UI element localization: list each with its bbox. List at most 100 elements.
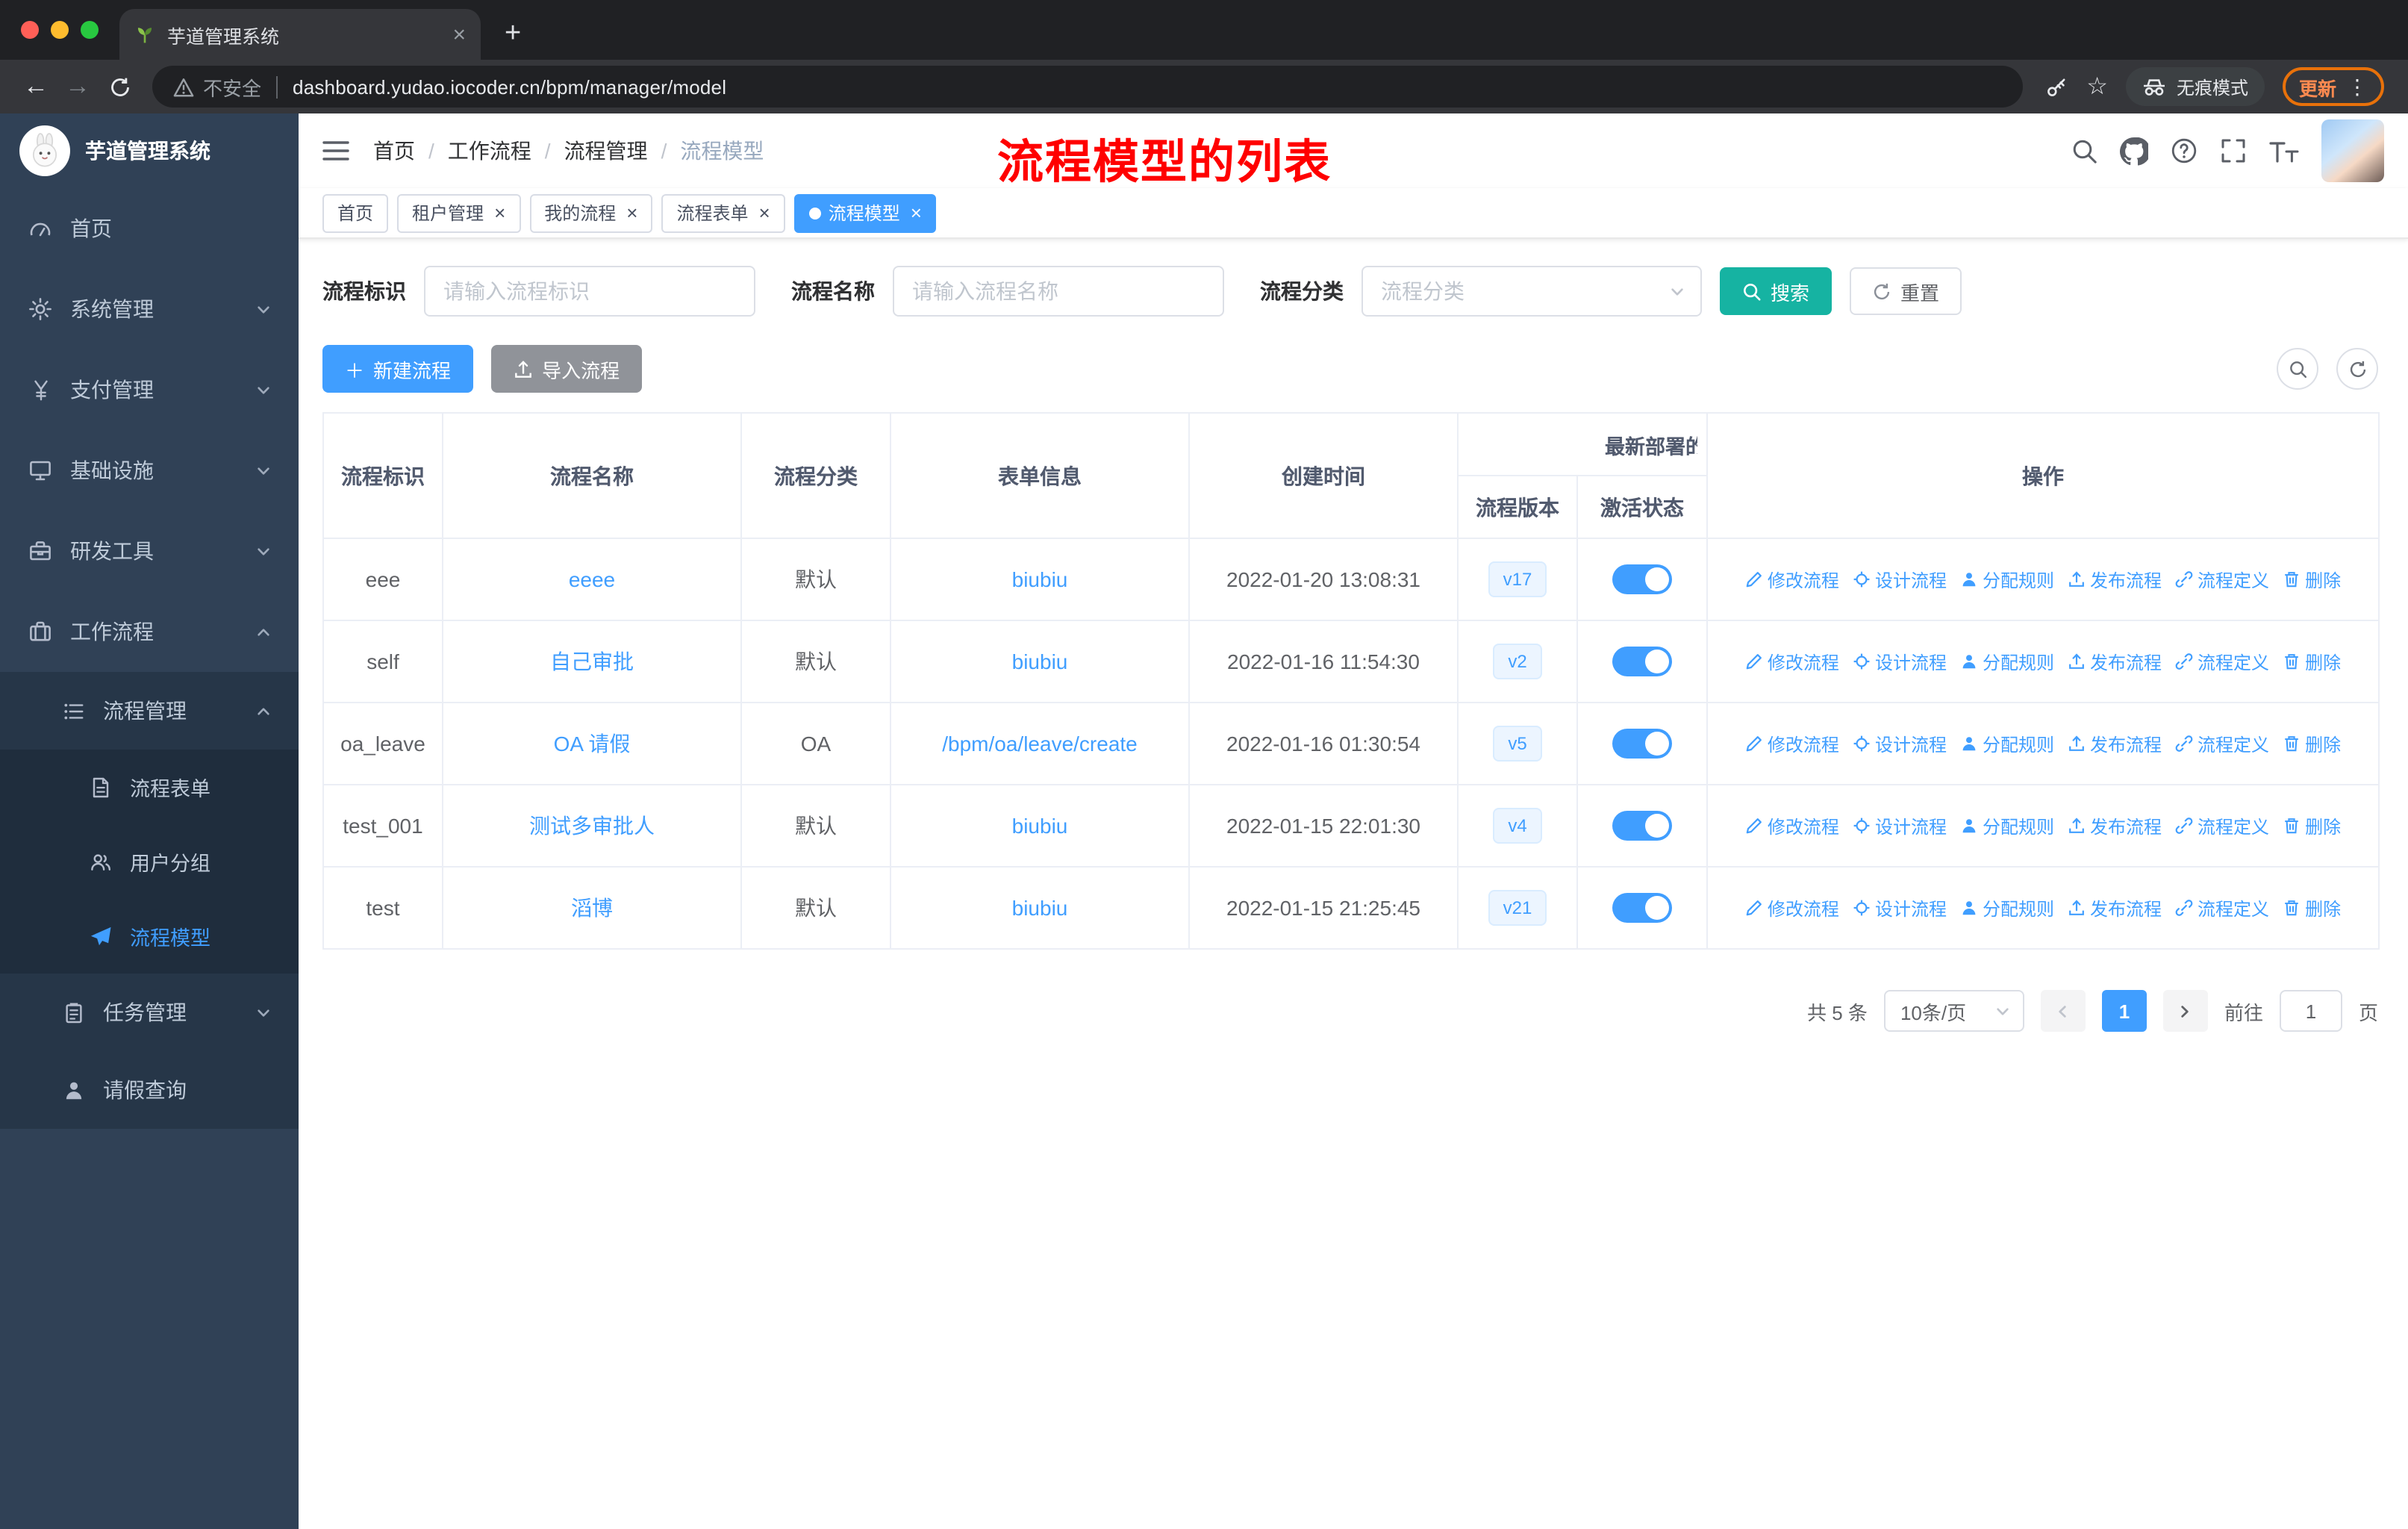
sidebar-item-process-model[interactable]: 流程模型 (0, 899, 299, 974)
fullscreen-icon[interactable] (2220, 137, 2247, 164)
process-name-link[interactable]: 滔博 (571, 896, 613, 920)
tag-close-icon[interactable]: × (494, 203, 505, 222)
page-size-select[interactable]: 10条/页 (1883, 990, 2024, 1032)
form-info-link[interactable]: biubiu (1012, 567, 1068, 591)
op-delete-link[interactable]: 删除 (2283, 649, 2341, 674)
sidebar-item-dev-tools[interactable]: 研发工具 (0, 511, 299, 591)
sidebar-item-system-mgmt[interactable]: 系统管理 (0, 269, 299, 349)
breadcrumb-item[interactable]: 流程管理 (564, 136, 648, 166)
version-tag[interactable]: v17 (1488, 561, 1547, 598)
sidebar-item-home[interactable]: 首页 (0, 188, 299, 269)
sidebar-item-payment-mgmt[interactable]: 支付管理 (0, 349, 299, 430)
tag-close-icon[interactable]: × (759, 203, 770, 222)
form-info-link[interactable]: biubiu (1012, 814, 1068, 838)
filter-category-select[interactable]: 流程分类 (1361, 266, 1702, 317)
op-definition-link[interactable]: 流程定义 (2175, 813, 2269, 838)
op-edit-link[interactable]: 修改流程 (1745, 895, 1839, 921)
op-assign-link[interactable]: 分配规则 (1960, 813, 2054, 838)
form-info-link[interactable]: biubiu (1012, 896, 1068, 920)
import-process-button[interactable]: 导入流程 (491, 345, 643, 393)
user-avatar[interactable] (2321, 119, 2384, 182)
github-icon[interactable] (2120, 137, 2148, 165)
process-name-link[interactable]: 自己审批 (550, 650, 634, 673)
op-edit-link[interactable]: 修改流程 (1745, 649, 1839, 674)
op-assign-link[interactable]: 分配规则 (1960, 649, 2054, 674)
hamburger-icon[interactable] (322, 139, 349, 163)
tag-process-model[interactable]: 流程模型 × (793, 193, 937, 232)
create-process-button[interactable]: ＋ 新建流程 (322, 345, 474, 393)
sidebar-item-process-mgmt[interactable]: 流程管理 (0, 672, 299, 750)
form-info-link[interactable]: /bpm/oa/leave/create (942, 732, 1138, 756)
op-delete-link[interactable]: 删除 (2283, 813, 2341, 838)
status-toggle[interactable] (1612, 647, 1672, 676)
version-tag[interactable]: v5 (1493, 725, 1542, 762)
op-design-link[interactable]: 设计流程 (1853, 649, 1947, 674)
new-tab-button[interactable]: + (505, 18, 521, 51)
tag-close-icon[interactable]: × (911, 203, 922, 222)
op-assign-link[interactable]: 分配规则 (1960, 895, 2054, 921)
op-assign-link[interactable]: 分配规则 (1960, 731, 2054, 756)
toggle-search-button[interactable] (2277, 348, 2318, 390)
window-minimize-button[interactable] (51, 21, 69, 39)
op-publish-link[interactable]: 发布流程 (2068, 649, 2162, 674)
version-tag[interactable]: v4 (1493, 807, 1542, 844)
tag-close-icon[interactable]: × (626, 203, 637, 222)
op-delete-link[interactable]: 删除 (2283, 731, 2341, 756)
process-name-link[interactable]: 测试多审批人 (529, 814, 655, 838)
op-definition-link[interactable]: 流程定义 (2175, 567, 2269, 592)
sidebar-item-process-form[interactable]: 流程表单 (0, 750, 299, 824)
op-delete-link[interactable]: 删除 (2283, 567, 2341, 592)
op-edit-link[interactable]: 修改流程 (1745, 813, 1839, 838)
filter-name-input[interactable] (893, 266, 1224, 317)
status-toggle[interactable] (1612, 729, 1672, 759)
op-design-link[interactable]: 设计流程 (1853, 731, 1947, 756)
window-close-button[interactable] (21, 21, 39, 39)
op-publish-link[interactable]: 发布流程 (2068, 731, 2162, 756)
filter-id-input[interactable] (424, 266, 755, 317)
status-toggle[interactable] (1612, 811, 1672, 841)
op-definition-link[interactable]: 流程定义 (2175, 895, 2269, 921)
op-definition-link[interactable]: 流程定义 (2175, 731, 2269, 756)
update-button[interactable]: 更新 ⋮ (2282, 67, 2384, 106)
search-button[interactable]: 搜索 (1720, 267, 1832, 315)
tab-close-icon[interactable]: × (452, 23, 466, 46)
status-toggle[interactable] (1612, 893, 1672, 923)
bookmark-star-icon[interactable]: ☆ (2086, 72, 2108, 102)
breadcrumb-item[interactable]: 首页 (373, 136, 415, 166)
back-button[interactable]: ← (15, 66, 57, 108)
tag-home[interactable]: 首页 (322, 193, 389, 232)
tag-tenant-mgmt[interactable]: 租户管理 × (397, 193, 521, 232)
process-name-link[interactable]: OA 请假 (554, 732, 631, 756)
op-edit-link[interactable]: 修改流程 (1745, 567, 1839, 592)
refresh-table-button[interactable] (2336, 348, 2378, 390)
reload-button[interactable] (99, 66, 140, 108)
sidebar-item-leave-query[interactable]: 请假查询 (0, 1051, 299, 1129)
sidebar-item-infrastructure[interactable]: 基础设施 (0, 430, 299, 511)
op-design-link[interactable]: 设计流程 (1853, 813, 1947, 838)
op-definition-link[interactable]: 流程定义 (2175, 649, 2269, 674)
op-publish-link[interactable]: 发布流程 (2068, 813, 2162, 838)
version-tag[interactable]: v2 (1493, 643, 1542, 680)
op-publish-link[interactable]: 发布流程 (2068, 895, 2162, 921)
sidebar-item-task-mgmt[interactable]: 任务管理 (0, 974, 299, 1051)
browser-menu-dots-icon[interactable]: ⋮ (2347, 74, 2368, 99)
sidebar-item-user-group[interactable]: 用户分组 (0, 824, 299, 899)
page-1-button[interactable]: 1 (2101, 990, 2147, 1032)
status-toggle[interactable] (1612, 564, 1672, 594)
forward-button[interactable]: → (57, 66, 99, 108)
window-zoom-button[interactable] (81, 21, 99, 39)
reset-button[interactable]: 重置 (1850, 267, 1962, 315)
op-design-link[interactable]: 设计流程 (1853, 895, 1947, 921)
version-tag[interactable]: v21 (1488, 889, 1547, 927)
goto-page-input[interactable] (2279, 990, 2342, 1032)
process-name-link[interactable]: eeee (569, 567, 615, 591)
security-chip[interactable]: 不安全 (173, 72, 261, 101)
op-design-link[interactable]: 设计流程 (1853, 567, 1947, 592)
tag-my-process[interactable]: 我的流程 × (529, 193, 653, 232)
font-size-icon[interactable] (2269, 138, 2299, 164)
tag-process-form[interactable]: 流程表单 × (661, 193, 785, 232)
breadcrumb-item[interactable]: 工作流程 (448, 136, 531, 166)
address-bar[interactable]: 不安全 dashboard.yudao.iocoder.cn/bpm/manag… (152, 66, 2023, 108)
password-key-icon[interactable] (2043, 74, 2068, 99)
prev-page-button[interactable] (2040, 990, 2086, 1032)
